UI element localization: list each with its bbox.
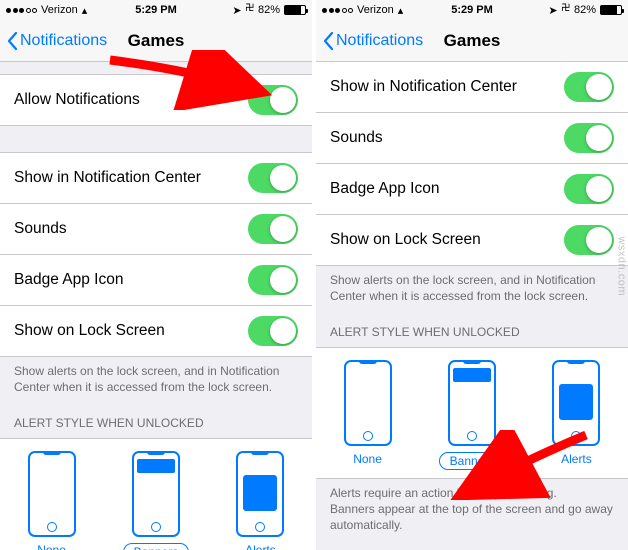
alert-style-row: None Banners Alerts	[0, 438, 312, 550]
status-bar: Verizon ▴ 5:29 PM ➤ ࿖ 82%	[316, 0, 628, 20]
sounds-row[interactable]: Sounds	[0, 204, 312, 255]
sounds-row[interactable]: Sounds	[316, 113, 628, 164]
lockscreen-row[interactable]: Show on Lock Screen	[0, 306, 312, 357]
show-nc-row[interactable]: Show in Notification Center	[0, 152, 312, 204]
signal-icon	[322, 8, 353, 13]
toggle-switch[interactable]	[248, 214, 298, 244]
chevron-left-icon	[322, 31, 334, 51]
carrier-label: Verizon	[357, 4, 394, 16]
phone-outline-icon	[448, 360, 496, 446]
location-icon: ➤	[548, 4, 557, 17]
battery-icon	[284, 5, 306, 15]
cell-label: Show on Lock Screen	[14, 322, 165, 340]
alert-style-row: None Banners Alerts	[316, 347, 628, 479]
wifi-icon: ▴	[82, 4, 88, 17]
carrier-label: Verizon	[41, 4, 78, 16]
toggle-switch[interactable]	[248, 163, 298, 193]
back-button[interactable]: Notifications	[322, 31, 423, 51]
watermark: wsxdn.com	[616, 236, 628, 296]
cell-label: Badge App Icon	[14, 271, 123, 289]
section-header: GAMES OPTIONS	[316, 539, 628, 550]
cell-label: Show in Notification Center	[14, 169, 201, 187]
alert-style-alerts[interactable]: Alerts	[552, 360, 600, 470]
allow-notifications-row[interactable]: Allow Notifications	[0, 74, 312, 126]
footer-text: Alerts require an action before proceedi…	[316, 479, 628, 540]
right-phone: Verizon ▴ 5:29 PM ➤ ࿖ 82% Notifications …	[316, 0, 628, 550]
alert-label: None	[353, 452, 382, 466]
signal-icon	[6, 8, 37, 13]
show-nc-row[interactable]: Show in Notification Center	[316, 62, 628, 113]
toggle-switch[interactable]	[248, 316, 298, 346]
battery-icon	[600, 5, 622, 15]
alert-style-none[interactable]: None	[28, 451, 76, 550]
left-phone: Verizon ▴ 5:29 PM ➤ ࿖ 82% Notifications …	[0, 0, 312, 550]
badge-row[interactable]: Badge App Icon	[316, 164, 628, 215]
alert-label: None	[37, 543, 66, 550]
battery-pct: 82%	[574, 4, 596, 16]
content: Show in Notification Center Sounds Badge…	[316, 62, 628, 550]
alert-label: Banners	[439, 452, 506, 470]
toggle-switch[interactable]	[564, 174, 614, 204]
battery-pct: 82%	[258, 4, 280, 16]
cell-label: Show on Lock Screen	[330, 231, 481, 249]
nav-bar: Notifications Games	[0, 20, 312, 62]
badge-row[interactable]: Badge App Icon	[0, 255, 312, 306]
cell-label: Allow Notifications	[14, 91, 140, 109]
back-button[interactable]: Notifications	[6, 31, 107, 51]
cell-label: Badge App Icon	[330, 180, 439, 198]
alert-style-banners[interactable]: Banners	[123, 451, 190, 550]
toggle-switch[interactable]	[248, 265, 298, 295]
footer-text: Show alerts on the lock screen, and in N…	[316, 266, 628, 310]
phone-outline-icon	[28, 451, 76, 537]
footer-text: Show alerts on the lock screen, and in N…	[0, 357, 312, 401]
phone-outline-icon	[132, 451, 180, 537]
status-bar: Verizon ▴ 5:29 PM ➤ ࿖ 82%	[0, 0, 312, 20]
alert-style-none[interactable]: None	[344, 360, 392, 470]
clock-label: 5:29 PM	[451, 4, 493, 16]
content: Allow Notifications Show in Notification…	[0, 62, 312, 550]
alert-label: Alerts	[245, 543, 276, 550]
phone-outline-icon	[236, 451, 284, 537]
toggle-switch[interactable]	[248, 85, 298, 115]
back-label: Notifications	[20, 32, 107, 50]
chevron-left-icon	[6, 31, 18, 51]
location-icon: ➤	[232, 4, 241, 17]
alert-label: Alerts	[561, 452, 592, 466]
clock-label: 5:29 PM	[135, 4, 177, 16]
page-title: Games	[444, 31, 501, 51]
section-header: ALERT STYLE WHEN UNLOCKED	[316, 310, 628, 346]
section-header: ALERT STYLE WHEN UNLOCKED	[0, 401, 312, 437]
phone-outline-icon	[552, 360, 600, 446]
back-label: Notifications	[336, 32, 423, 50]
alert-style-banners[interactable]: Banners	[439, 360, 506, 470]
phone-outline-icon	[344, 360, 392, 446]
alert-label: Banners	[123, 543, 190, 550]
cell-label: Show in Notification Center	[330, 78, 517, 96]
lockscreen-row[interactable]: Show on Lock Screen	[316, 215, 628, 266]
nav-bar: Notifications Games	[316, 20, 628, 62]
wifi-icon: ▴	[398, 4, 404, 17]
toggle-switch[interactable]	[564, 225, 614, 255]
page-title: Games	[128, 31, 185, 51]
cell-label: Sounds	[14, 220, 67, 238]
alert-style-alerts[interactable]: Alerts	[236, 451, 284, 550]
cell-label: Sounds	[330, 129, 383, 147]
toggle-switch[interactable]	[564, 123, 614, 153]
toggle-switch[interactable]	[564, 72, 614, 102]
